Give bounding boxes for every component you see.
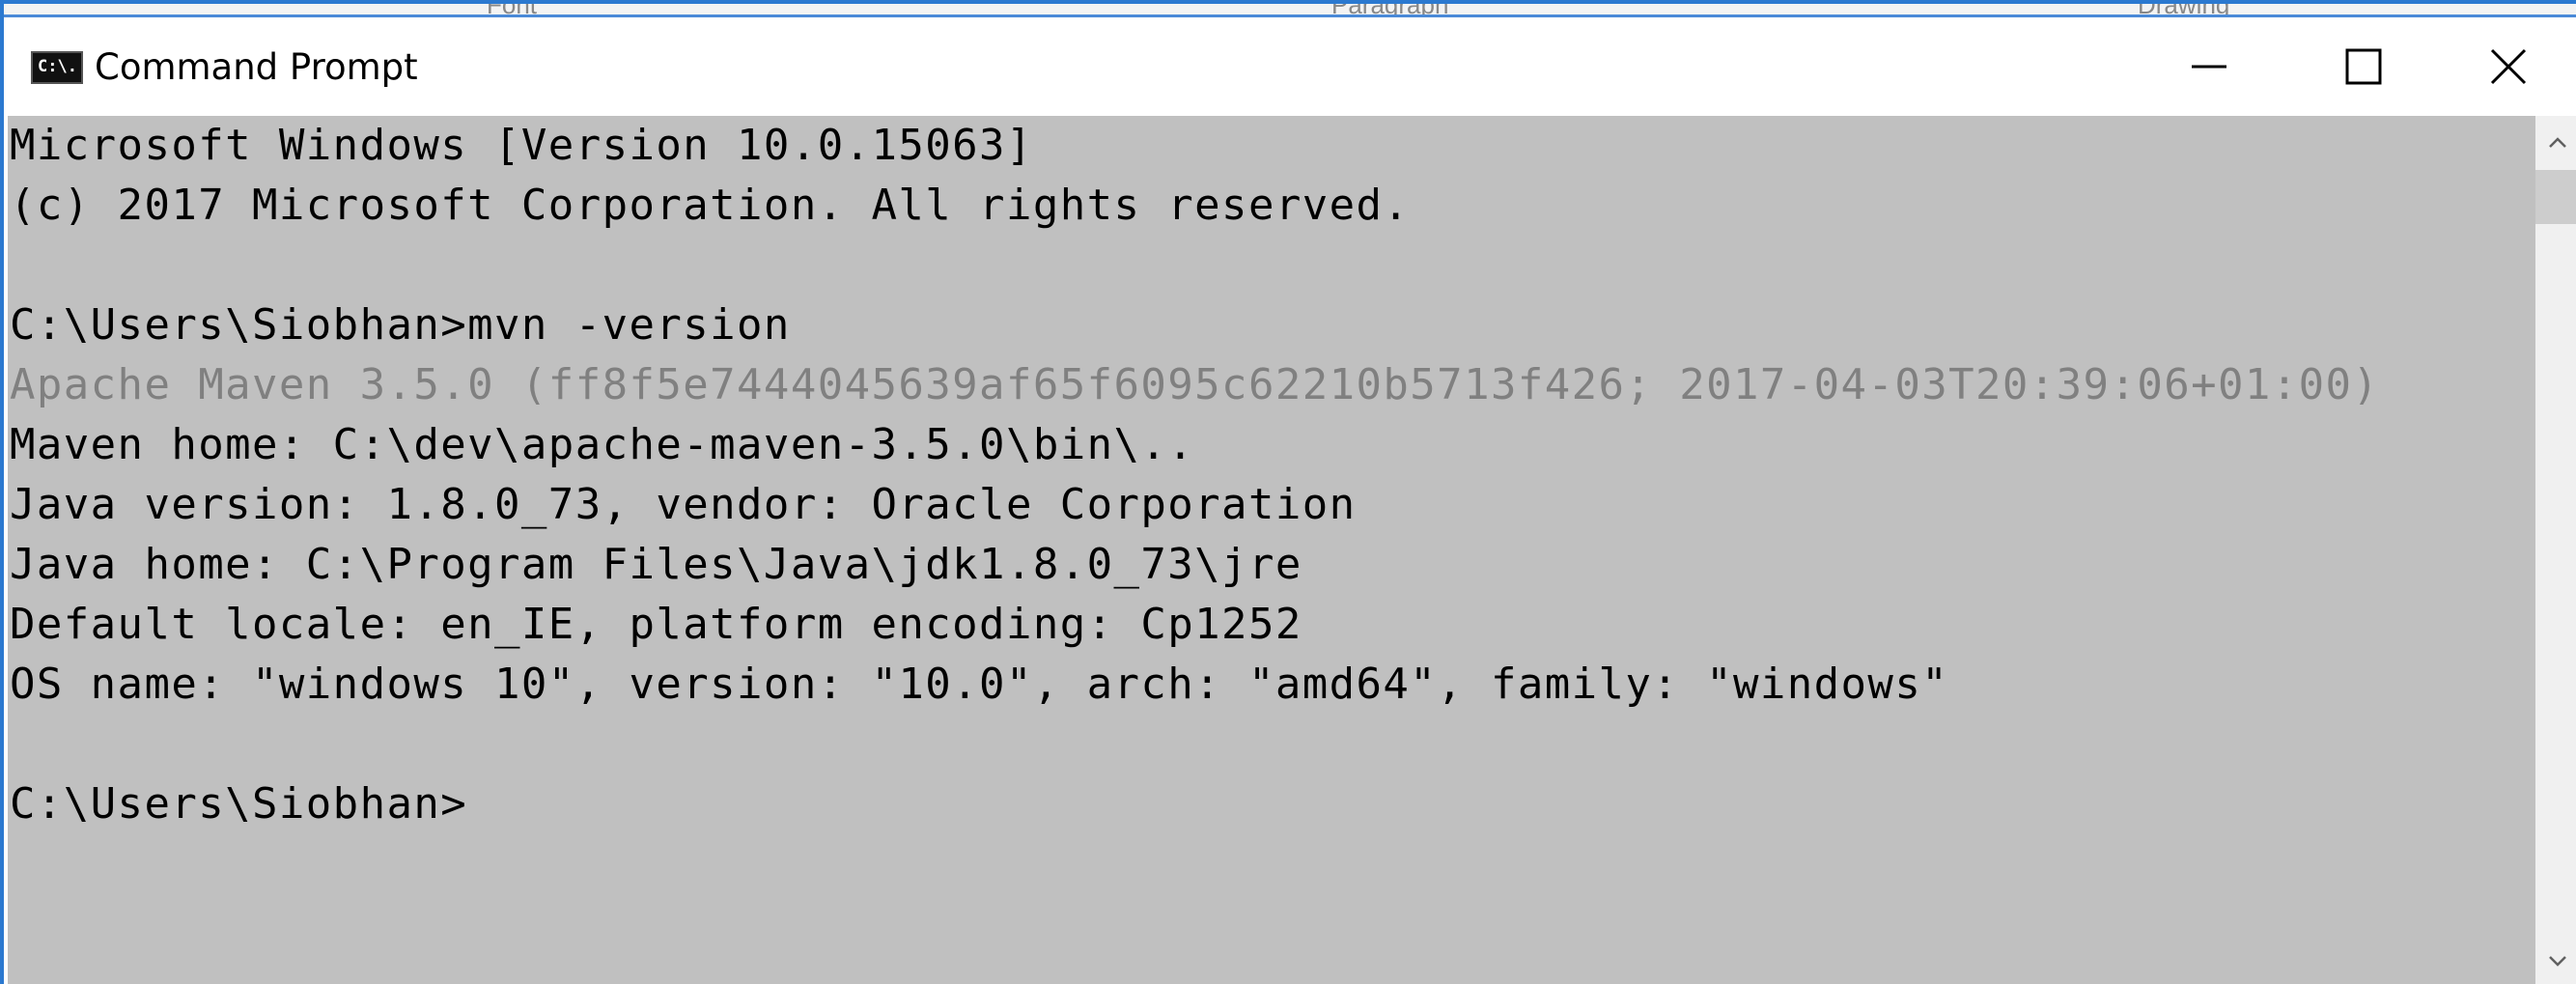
maximize-button[interactable]: [2286, 17, 2441, 116]
command-prompt-window: Font Paragraph Drawing C:\. Command Prom…: [0, 0, 2576, 984]
minimize-button[interactable]: [2132, 17, 2286, 116]
console-line: Microsoft Windows [Version 10.0.15063]: [10, 121, 1033, 170]
console-output[interactable]: Microsoft Windows [Version 10.0.15063] (…: [8, 116, 2535, 984]
scroll-up-button[interactable]: [2535, 116, 2576, 170]
background-label-font: Font: [487, 4, 537, 14]
console-line: Default locale: en_IE, platform encoding…: [10, 600, 1302, 649]
background-label-paragraph: Paragraph: [1331, 4, 1448, 14]
vertical-scrollbar[interactable]: [2535, 116, 2576, 984]
console-icon[interactable]: C:\.: [31, 51, 83, 84]
console-line: (c) 2017 Microsoft Corporation. All righ…: [10, 181, 1411, 230]
scroll-down-button[interactable]: [2535, 934, 2576, 984]
close-button[interactable]: [2437, 17, 2576, 116]
window-title: Command Prompt: [95, 46, 418, 88]
console-line: Apache Maven 3.5.0 (ff8f5e7444045639af65…: [10, 360, 2380, 409]
close-icon: [2490, 48, 2527, 85]
scroll-thumb[interactable]: [2535, 170, 2576, 224]
minimize-icon: [2192, 65, 2226, 69]
background-window-ribbon: Font Paragraph Drawing: [4, 4, 2576, 17]
chevron-down-icon: [2549, 956, 2566, 967]
console-line: OS name: "windows 10", version: "10.0", …: [10, 660, 1949, 709]
maximize-icon: [2345, 48, 2382, 85]
background-label-drawing: Drawing: [2138, 4, 2229, 14]
console-line: Maven home: C:\dev\apache-maven-3.5.0\bi…: [10, 420, 1195, 469]
console-line: Java version: 1.8.0_73, vendor: Oracle C…: [10, 480, 1357, 529]
console-line: C:\Users\Siobhan>mvn -version: [10, 300, 791, 350]
command-prompt-line: C:\Users\Siobhan>: [10, 779, 468, 829]
console-line: Java home: C:\Program Files\Java\jdk1.8.…: [10, 540, 1302, 589]
title-bar[interactable]: C:\. Command Prompt: [8, 17, 2576, 116]
chevron-up-icon: [2549, 137, 2566, 148]
